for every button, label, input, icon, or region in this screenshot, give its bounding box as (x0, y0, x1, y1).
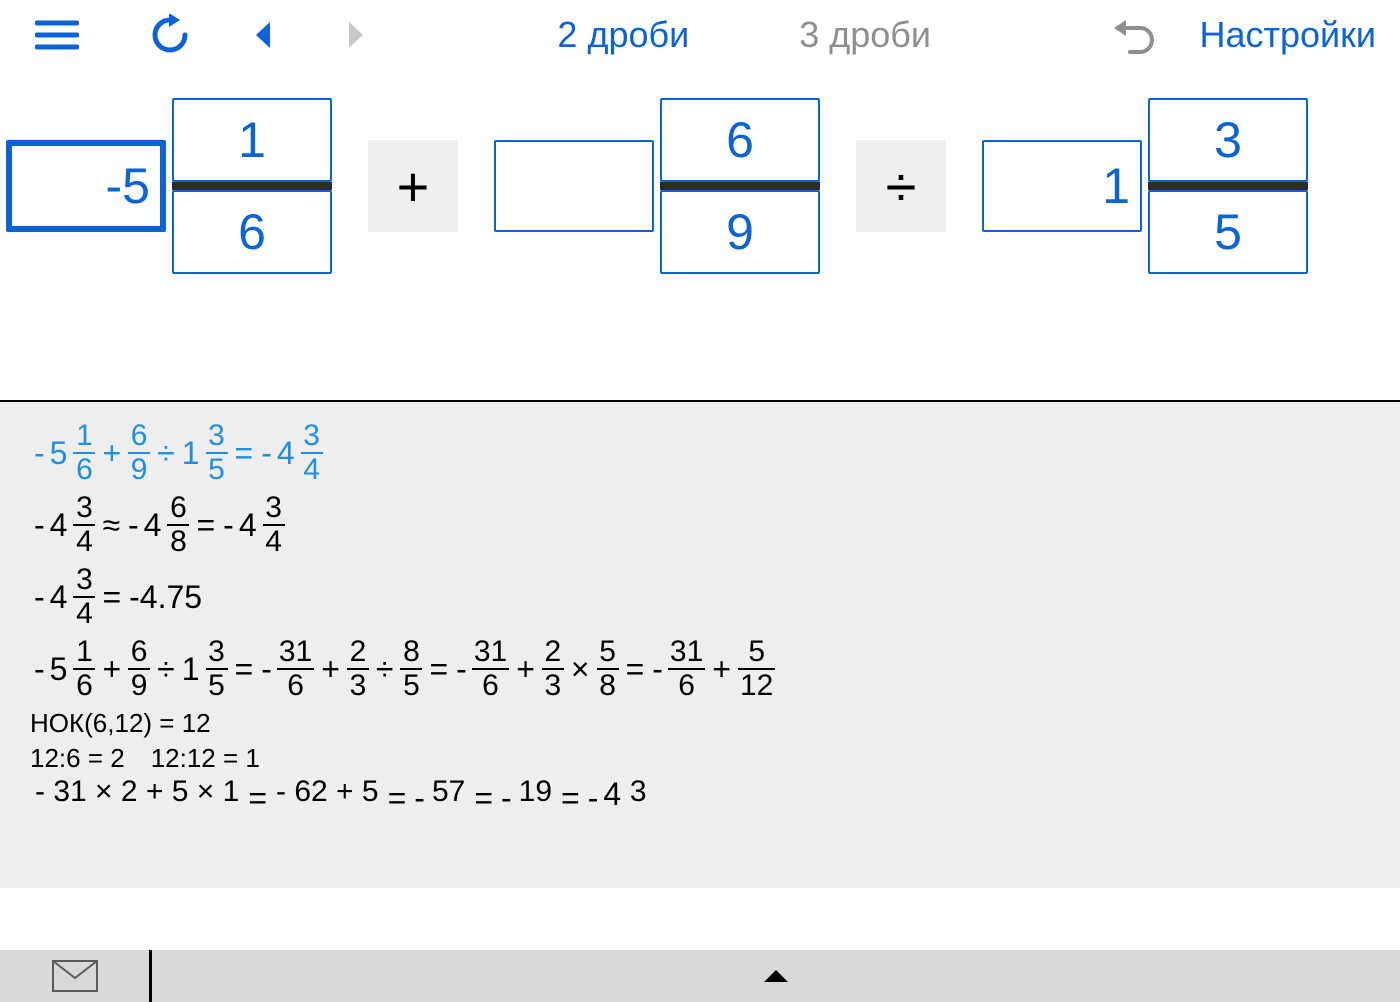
fraction-bar (660, 182, 820, 190)
term-2-whole[interactable] (494, 140, 654, 232)
mail-icon[interactable] (0, 950, 152, 1002)
term-1-numerator[interactable]: 1 (172, 98, 332, 182)
refresh-icon[interactable] (137, 7, 202, 63)
term-3: 1 3 5 (982, 98, 1308, 274)
solution-line-4: - 5 16 + 69 ÷ 1 35 = - 316 + 23 ÷ 85 = -… (30, 636, 1370, 702)
term-3-denominator[interactable]: 5 (1148, 190, 1308, 274)
solution-line-2: - 4 34 ≈ - 4 68 = - 4 34 (30, 492, 1370, 558)
solution-panel: - 5 16 + 69 ÷ 1 35 = - 4 34 - 4 34 ≈ - 4… (0, 402, 1400, 888)
prev-icon[interactable] (230, 7, 295, 63)
bottom-toolbar (0, 950, 1400, 1002)
equation-editor: -5 1 6 + 6 9 ÷ 1 3 5 (0, 70, 1400, 400)
term-3-whole[interactable]: 1 (982, 140, 1142, 232)
term-3-numerator[interactable]: 3 (1148, 98, 1308, 182)
expand-up-icon[interactable] (152, 950, 1400, 1002)
term-2-denominator[interactable]: 9 (660, 190, 820, 274)
term-1-denominator[interactable]: 6 (172, 190, 332, 274)
next-icon (323, 7, 388, 63)
term-1: -5 1 6 (6, 98, 332, 274)
term-1-whole[interactable]: -5 (6, 140, 166, 232)
operator-2[interactable]: ÷ (856, 140, 946, 232)
fraction-bar (172, 182, 332, 190)
solution-note-lcm: НОК(6,12) = 12 (30, 708, 1370, 739)
tab-2-fractions[interactable]: 2 дроби (557, 14, 689, 56)
solution-line-1: - 5 16 + 69 ÷ 1 35 = - 4 34 (30, 420, 1370, 486)
solution-line-3: - 4 34 = -4.75 (30, 564, 1370, 630)
solution-line-5: - 31 × 2 + 5 × 1 = - 62 + 5 = - 57 = - 1… (30, 776, 1370, 812)
menu-icon[interactable] (24, 7, 89, 63)
top-toolbar: 2 дроби 3 дроби Настройки (0, 0, 1400, 70)
term-2-numerator[interactable]: 6 (660, 98, 820, 182)
fraction-count-tabs: 2 дроби 3 дроби (557, 14, 931, 56)
operator-1[interactable]: + (368, 140, 458, 232)
solution-note-div: 12:6 = 212:12 = 1 (30, 743, 1370, 774)
fraction-bar (1148, 182, 1308, 190)
tab-3-fractions[interactable]: 3 дроби (799, 14, 931, 56)
settings-link[interactable]: Настройки (1199, 14, 1376, 56)
undo-icon[interactable] (1100, 7, 1165, 63)
term-2: 6 9 (494, 98, 820, 274)
